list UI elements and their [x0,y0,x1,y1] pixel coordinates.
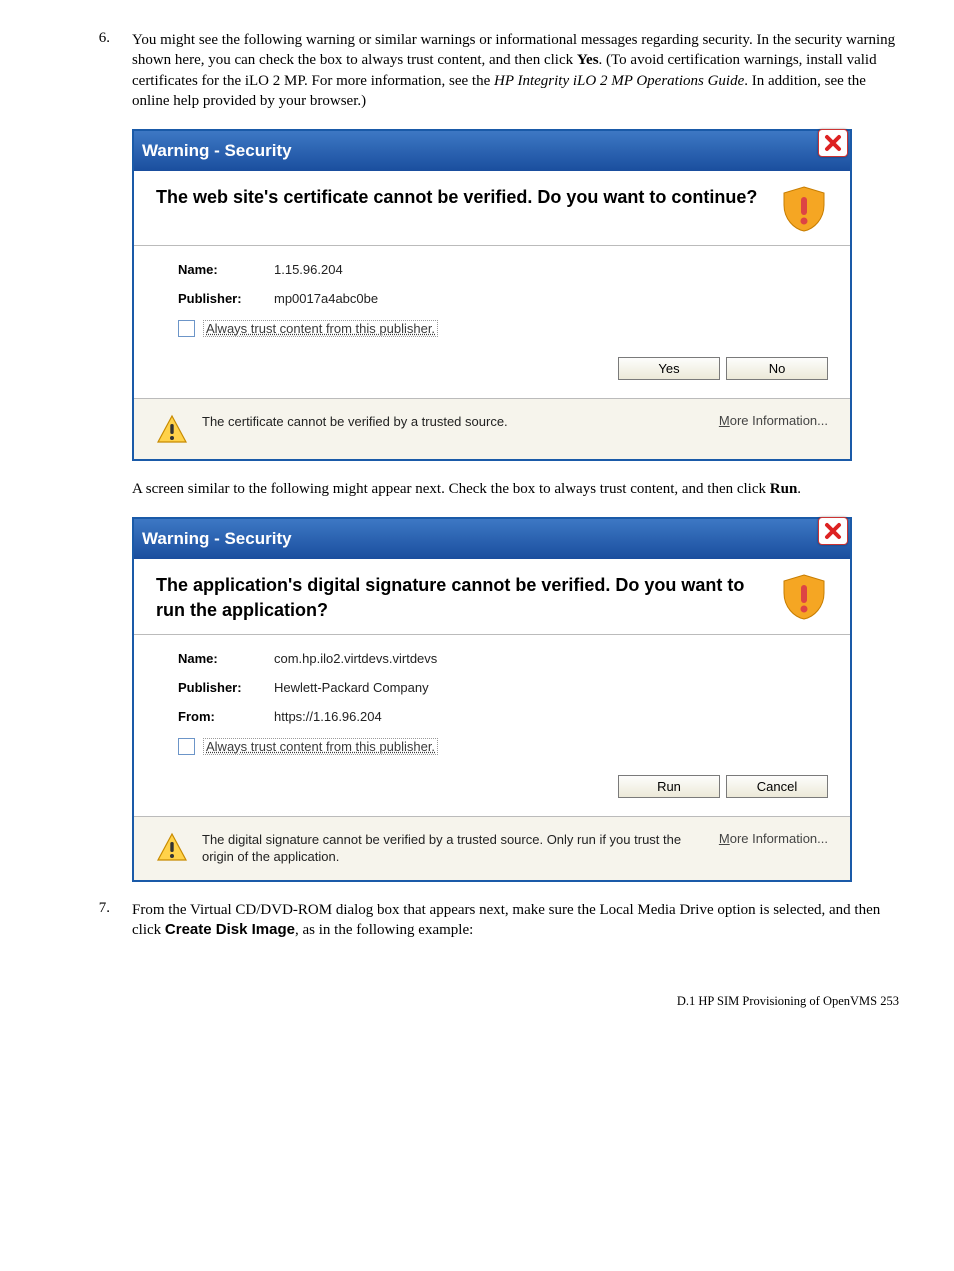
between-text: A screen similar to the following might … [132,479,899,499]
publisher-label: Publisher: [178,291,274,306]
from-value: https://1.16.96.204 [274,709,828,724]
step-number: 7. [55,900,132,941]
dialog-body: Name: 1.15.96.204 Publisher: mp0017a4abc… [134,246,850,398]
text: , as in the following example: [295,922,473,938]
step-7-body: From the Virtual CD/DVD-ROM dialog box t… [132,900,899,941]
close-button[interactable] [818,129,848,157]
step-6: 6. You might see the following warning o… [55,30,899,111]
warning-triangle-icon [156,831,188,863]
trust-checkbox-row[interactable]: Always trust content from this publisher… [178,738,828,755]
warning-triangle-icon [156,413,188,445]
name-label: Name: [178,651,274,666]
warning-shield-icon [780,573,828,621]
dialog-title: Warning - Security [142,529,292,549]
no-button[interactable]: No [726,357,828,380]
step-number: 6. [55,30,132,111]
step-6-followup: A screen similar to the following might … [55,479,899,499]
dialog-footer: The certificate cannot be verified by a … [134,398,850,459]
run-word: Run [770,481,798,497]
publisher-value: mp0017a4abc0be [274,291,828,306]
security-dialog-2: Warning - Security The application's dig… [132,517,852,882]
trust-checkbox-label: Always trust content from this publisher… [203,320,438,337]
trust-checkbox[interactable] [178,738,195,755]
yes-word: Yes [577,52,599,68]
trust-checkbox-row[interactable]: Always trust content from this publisher… [178,320,828,337]
footer-text: The certificate cannot be verified by a … [202,413,699,431]
publisher-value: Hewlett-Packard Company [274,680,828,695]
warning-shield-icon [780,185,828,233]
cancel-button[interactable]: Cancel [726,775,828,798]
name-value: com.hp.ilo2.virtdevs.virtdevs [274,651,828,666]
close-button[interactable] [818,517,848,545]
name-value: 1.15.96.204 [274,262,828,277]
step-6-body: You might see the following warning or s… [132,30,899,111]
close-icon [823,133,843,153]
text: . [797,481,801,497]
headline-text: The application's digital signature cann… [156,573,780,622]
yes-button[interactable]: Yes [618,357,720,380]
text: A screen similar to the following might … [132,481,770,497]
security-dialog-1: Warning - Security The web site's certif… [132,129,852,461]
run-button[interactable]: Run [618,775,720,798]
more-information-link[interactable]: More Information... [719,831,828,846]
publisher-label: Publisher: [178,680,274,695]
from-label: From: [178,709,274,724]
trust-checkbox[interactable] [178,320,195,337]
headline-text: The web site's certificate cannot be ver… [156,185,780,209]
more-information-link[interactable]: More Information... [719,413,828,428]
titlebar: Warning - Security [134,131,850,171]
page-footer: D.1 HP SIM Provisioning of OpenVMS 253 [55,994,899,1009]
guide-title: HP Integrity iLO 2 MP Operations Guide [494,73,744,89]
footer-text: The digital signature cannot be verified… [202,831,699,866]
create-disk-image-word: Create Disk Image [165,921,295,938]
headline: The web site's certificate cannot be ver… [134,171,850,246]
trust-checkbox-label: Always trust content from this publisher… [203,738,438,755]
close-icon [823,521,843,541]
titlebar: Warning - Security [134,519,850,559]
more-text: ore Information... [730,413,828,428]
dialog-footer: The digital signature cannot be verified… [134,816,850,880]
more-text: ore Information... [730,831,828,846]
headline: The application's digital signature cann… [134,559,850,635]
name-label: Name: [178,262,274,277]
dialog-title: Warning - Security [142,141,292,161]
step-7: 7. From the Virtual CD/DVD-ROM dialog bo… [55,900,899,941]
spacer [55,479,132,499]
dialog-body: Name: com.hp.ilo2.virtdevs.virtdevs Publ… [134,635,850,816]
